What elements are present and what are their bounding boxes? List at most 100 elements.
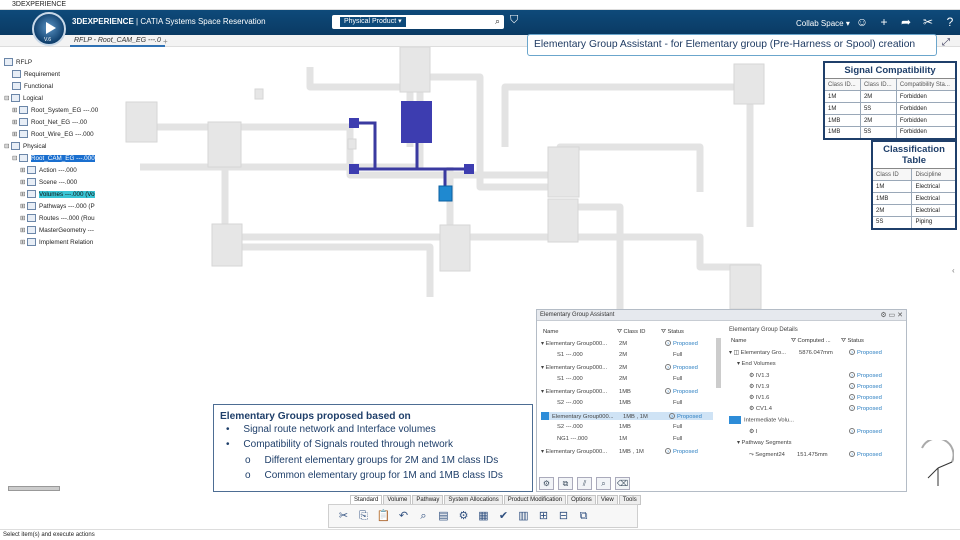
detail-row[interactable]: ▾ End Volumes: [737, 361, 776, 367]
chart-icon[interactable]: ▥: [515, 508, 532, 525]
detail-row[interactable]: ⤳ Segment24 151.475mm? Proposed: [749, 451, 882, 459]
scrollbar[interactable]: [716, 338, 721, 388]
calculator-icon[interactable]: ▦: [475, 508, 492, 525]
tree-node[interactable]: Requirement: [12, 70, 60, 80]
table-row[interactable]: S2 ---.000 1MB Full: [541, 424, 713, 430]
column-header: Class ID...: [823, 78, 861, 91]
highlight-connector: [349, 118, 359, 128]
settings-gear-icon[interactable]: ⚙: [455, 508, 472, 525]
column-header[interactable]: ⛛ Status: [841, 338, 864, 345]
table-row[interactable]: ▾ Elementary Group000... 1MB , 1M? Propose…: [541, 448, 713, 455]
undo-icon[interactable]: ↶: [395, 508, 412, 525]
tree-node[interactable]: ⊞ Root_Wire_EG ---.000: [12, 130, 94, 140]
search-icon[interactable]: ⌕: [495, 16, 500, 27]
detail-row[interactable]: ⚙ IV1.6? Proposed: [749, 394, 882, 401]
zoom-icon[interactable]: ⌕: [415, 508, 432, 525]
detail-row[interactable]: ⚙ I? Proposed: [749, 428, 882, 435]
minimize-icon[interactable]: ▭: [889, 312, 896, 319]
table-row[interactable]: ▾ Elementary Group000... 2M? Proposed: [541, 364, 713, 371]
search-box[interactable]: Physical Product ▾ ⌕: [332, 15, 504, 29]
tree-node[interactable]: Functional: [12, 82, 53, 92]
column-header[interactable]: ⛛ Computed ...: [791, 338, 831, 345]
tree-node[interactable]: ⊞ Root_System_EG ---.00: [12, 106, 98, 116]
share-icon[interactable]: ➦: [899, 15, 913, 29]
table-row[interactable]: S1 ---.000 2M Full: [541, 352, 713, 358]
expand-icon[interactable]: ⤢: [942, 37, 950, 48]
tree-node[interactable]: ⊟ Physical: [4, 142, 46, 152]
highlight-connector: [464, 164, 474, 174]
volume-box: [733, 63, 765, 105]
volume-box: [547, 198, 579, 243]
tree-node[interactable]: ⊞ Scene ---.000: [20, 178, 77, 188]
table-row[interactable]: S2 ---.000 1MB Full: [541, 400, 713, 406]
delete-group-icon[interactable]: ⌫: [615, 477, 630, 490]
tree-node-selected[interactable]: ⊟ Root_CAM_EG ---.000: [12, 154, 95, 164]
collab-space-dropdown[interactable]: Collab Space ▾: [796, 19, 850, 28]
paste-icon[interactable]: 📋: [375, 508, 392, 525]
table-row[interactable]: S1 ---.000 2M Full: [541, 376, 713, 382]
merge-icon[interactable]: ⧉: [558, 477, 573, 490]
tag-icon[interactable]: ⛉: [510, 14, 518, 27]
table-row: 1M Electrical: [871, 180, 957, 193]
tree-node[interactable]: ⊟ Logical: [4, 94, 43, 104]
route-segment: [140, 67, 424, 171]
tree-node[interactable]: ⊞ Implement Relation: [20, 238, 93, 248]
copy-icon[interactable]: ⎘: [355, 508, 372, 525]
tools-icon[interactable]: ✂: [921, 15, 935, 29]
column-header[interactable]: ⛛ Class ID: [617, 329, 645, 336]
grid-icon[interactable]: ⊟: [555, 508, 572, 525]
table-row[interactable]: ▾ Elementary Group000... 1MB? Proposed: [541, 388, 713, 395]
tree-node-highlighted[interactable]: ⊞ Volumes ---.000 (Vo: [20, 190, 95, 200]
horizontal-scrollbar[interactable]: [8, 486, 60, 491]
close-icon[interactable]: ✕: [897, 312, 903, 319]
column-header: Discipline: [911, 168, 957, 181]
compass-button[interactable]: V.6: [32, 12, 66, 46]
add-icon[interactable]: +: [877, 15, 891, 29]
settings-icon[interactable]: ⚙: [880, 312, 886, 319]
tree-node[interactable]: ⊞ Action ---.000: [20, 166, 77, 176]
split-icon[interactable]: ⫽: [577, 477, 592, 490]
assistant-icon[interactable]: ⧉: [575, 508, 592, 525]
column-header: Class ID...: [859, 78, 897, 91]
search-scope-dropdown[interactable]: Physical Product ▾: [340, 17, 406, 27]
column-header: Class ID: [871, 168, 913, 181]
column-header[interactable]: ⛛ Status: [661, 329, 684, 336]
highlight-volume: [401, 101, 432, 143]
check-icon[interactable]: ✔: [495, 508, 512, 525]
detail-row[interactable]: ▾ Pathway Segments: [737, 440, 791, 446]
detail-row[interactable]: ⚙ IV1.3? Proposed: [749, 372, 882, 379]
compute-icon[interactable]: ⚙: [539, 477, 554, 490]
tree-node[interactable]: ⊞ MasterGeometry ---: [20, 226, 94, 236]
detail-row[interactable]: ⚙ CV1.4? Proposed: [749, 405, 882, 412]
version-label: V.6: [44, 37, 52, 43]
detail-row[interactable]: Intermediate Volu...: [729, 416, 794, 424]
book-icon[interactable]: ▤: [435, 508, 452, 525]
tree-node[interactable]: ⊞ Pathways ---.000 (P: [20, 202, 95, 212]
help-icon[interactable]: ?: [943, 15, 957, 29]
bullet-item: • Signal route network and Interface vol…: [226, 424, 436, 435]
document-tab[interactable]: RFLP - Root_CAM_EG ---.0: [70, 36, 165, 47]
table-row-selected[interactable]: Elementary Group000... 1MB , 1M? Proposed: [541, 412, 713, 420]
axis-triad-icon[interactable]: [918, 440, 954, 490]
cut-icon[interactable]: ✂: [335, 508, 352, 525]
network-icon[interactable]: ⊞: [535, 508, 552, 525]
table-row[interactable]: NG1 ---.000 1M Full: [541, 436, 713, 442]
detail-row[interactable]: ▾ ◫ Elementary Gro... 5876.047mm? Proposed: [729, 349, 882, 356]
table-row: 1MB 5S Forbidden: [823, 126, 957, 139]
user-icon[interactable]: ☺: [855, 15, 869, 29]
signal-compatibility-table: Signal Compatibility Class ID... Class I…: [823, 61, 957, 140]
search-group-icon[interactable]: ⌕: [596, 477, 611, 490]
route-segment: [221, 137, 434, 297]
detail-row[interactable]: ⚙ IV1.9? Proposed: [749, 383, 882, 390]
column-header[interactable]: Name: [543, 329, 558, 335]
side-panel-arrow-icon[interactable]: ‹: [952, 266, 955, 275]
add-tab-icon[interactable]: +: [163, 37, 168, 46]
column-header: Compatibility Sta...: [895, 78, 957, 91]
table-row[interactable]: ▾ Elementary Group000... 2M? Proposed: [541, 340, 713, 347]
tree-node[interactable]: ⊞ Routes ---.000 (Rou: [20, 214, 95, 224]
panel-title: Elementary Group Assistant: [540, 312, 615, 318]
column-header[interactable]: Name: [731, 338, 746, 344]
tree-node[interactable]: RFLP: [4, 58, 32, 68]
tree-node[interactable]: ⊞ Root_Net_EG ---.00: [12, 118, 87, 128]
search-input[interactable]: [412, 17, 482, 27]
